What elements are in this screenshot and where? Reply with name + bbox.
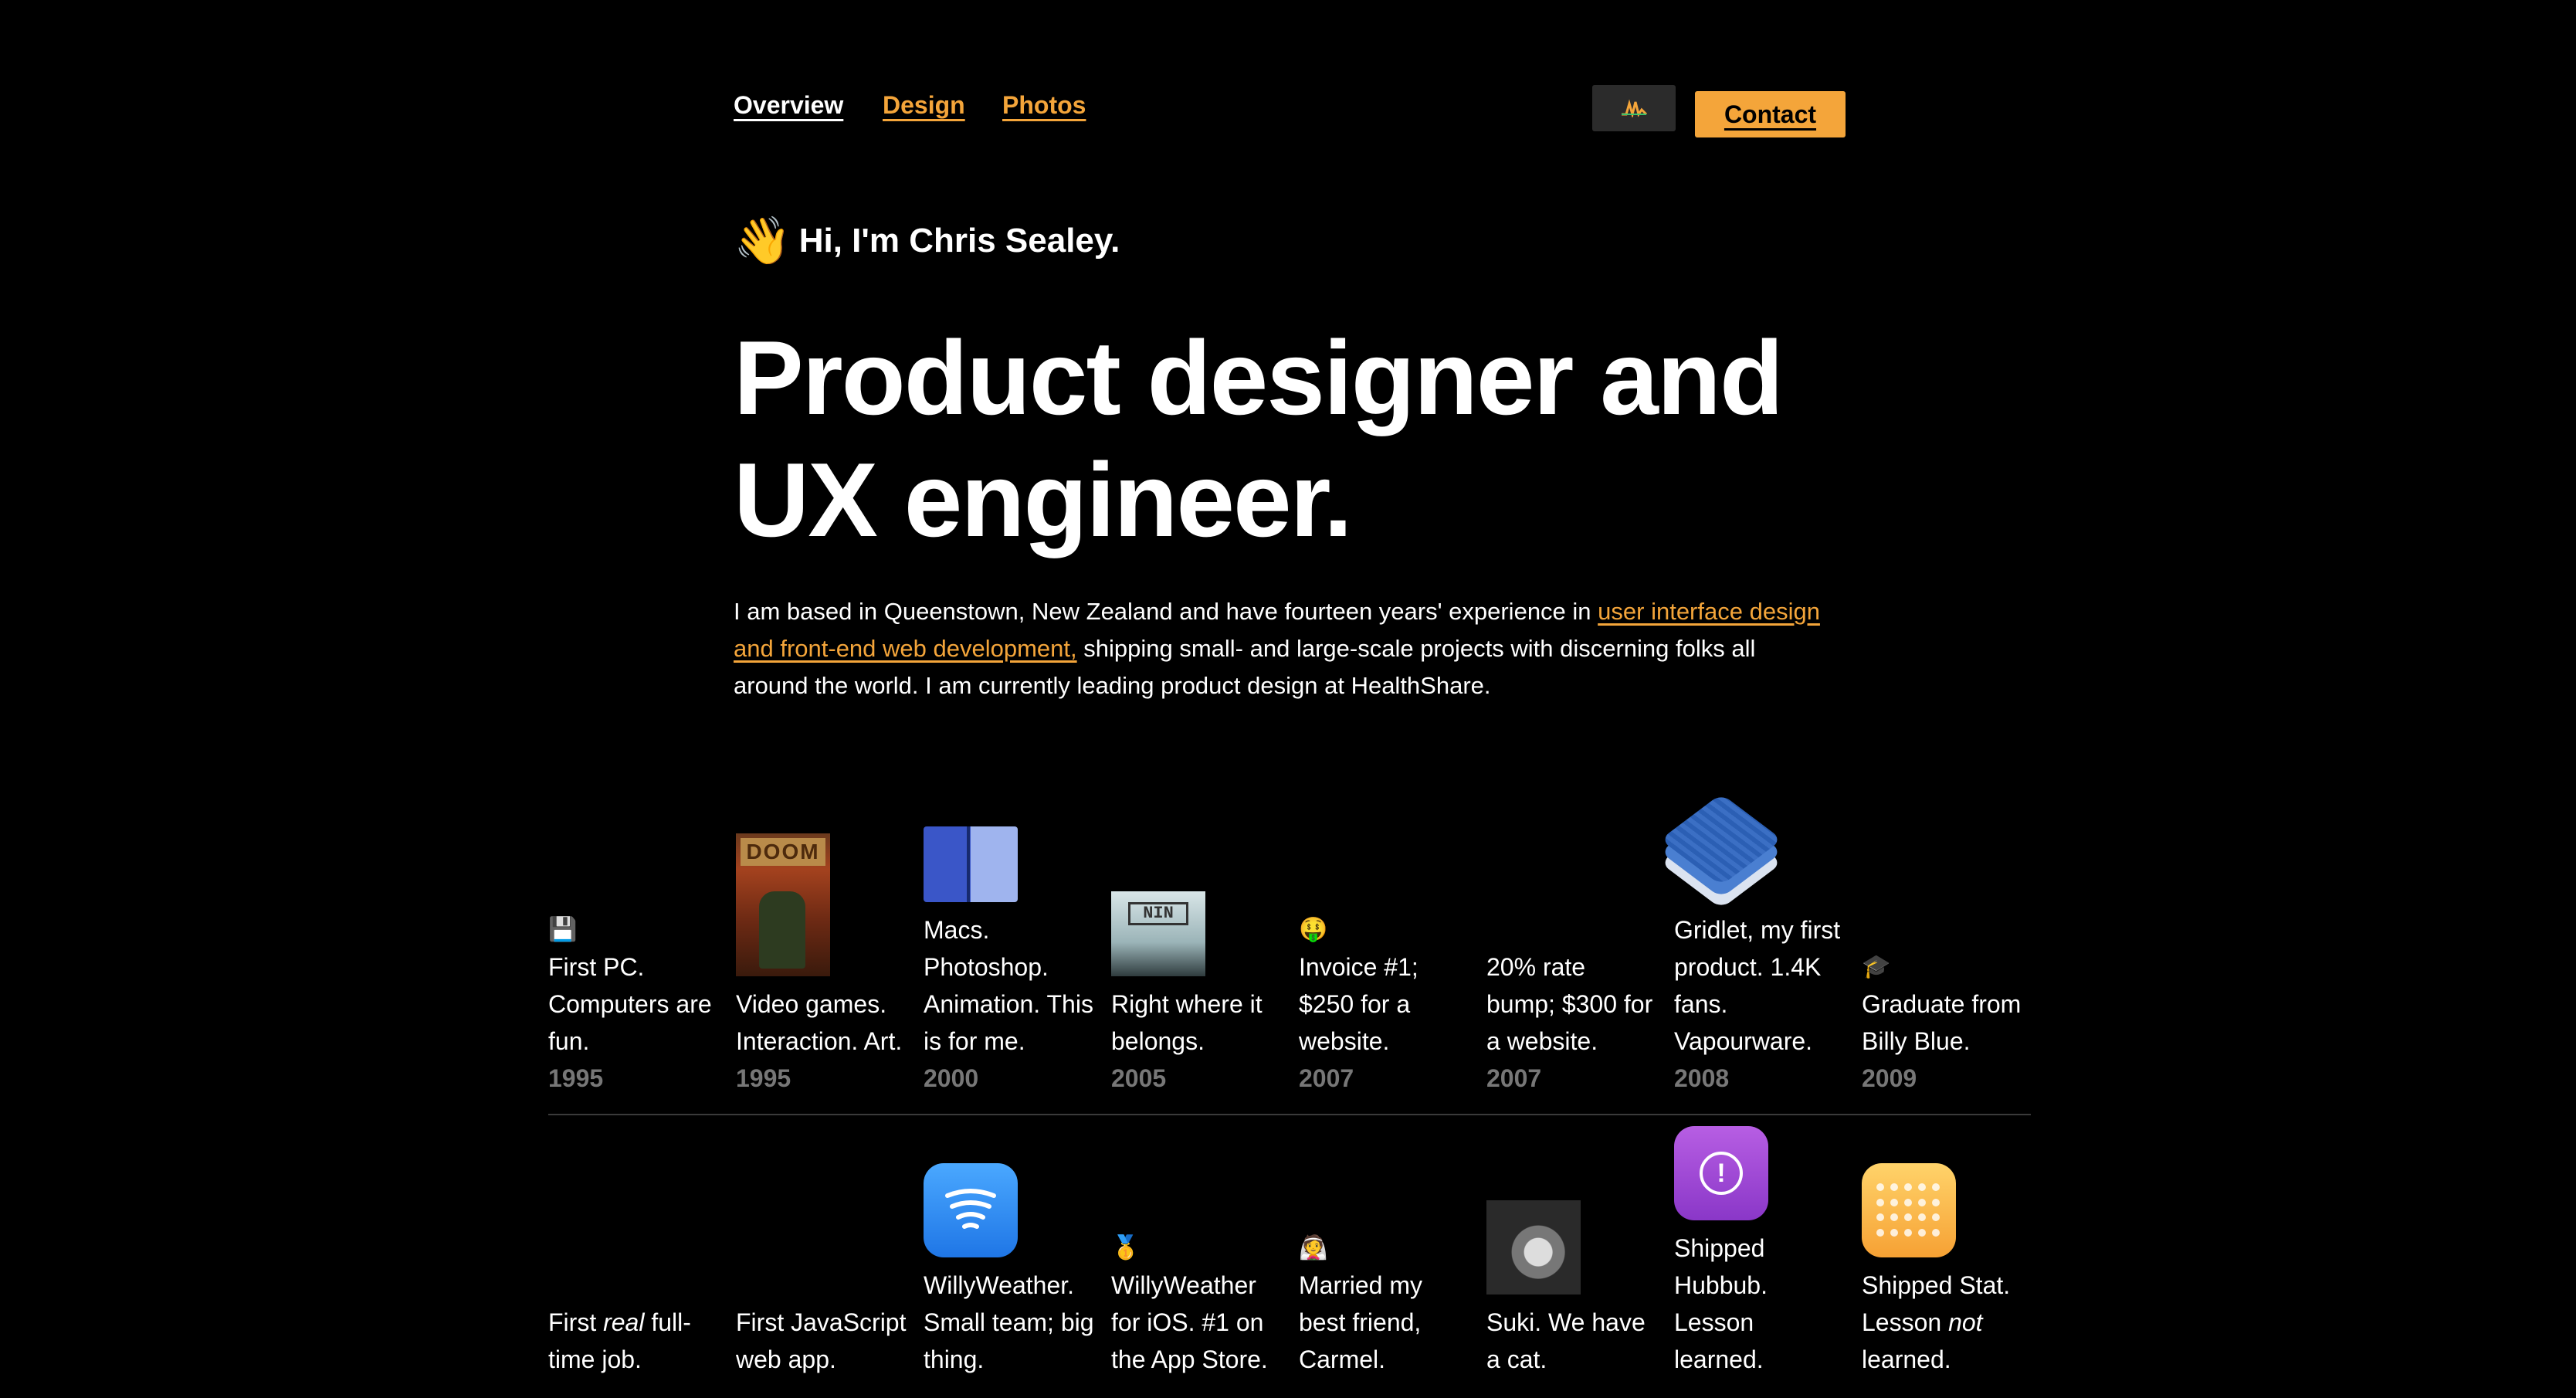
timeline-item: Macs. Photoshop. Animation. This is for … — [924, 826, 1097, 1097]
timeline-row-2: First real full-time job. First JavaScri… — [548, 1126, 2031, 1398]
timeline-text: Suki. We have a cat. — [1486, 1308, 1646, 1373]
cat-photo — [1486, 1200, 1581, 1295]
nav-overview-link[interactable]: Overview — [734, 91, 843, 120]
pulse-icon — [1622, 99, 1648, 117]
contact-button[interactable]: Contact — [1695, 91, 1846, 137]
willyweather-icon — [924, 1163, 1018, 1257]
headline-line1: Product designer and — [734, 319, 1784, 436]
timeline-item: 🎓 Graduate from Billy Blue. 2009 — [1862, 948, 2035, 1097]
timeline-text: Macs. Photoshop. Animation. This is for … — [924, 916, 1093, 1055]
intro-paragraph: I am based in Queenstown, New Zealand an… — [734, 593, 1830, 704]
stat-icon — [1862, 1163, 1956, 1257]
timeline-item: 🥇 WillyWeather for iOS. #1 on the App St… — [1111, 1230, 1285, 1378]
timeline-item: Shipped Stat. Lesson not learned. — [1862, 1163, 2035, 1378]
timeline-row-1: 💾 First PC. Computers are fun. 1995 DOOM… — [548, 793, 2031, 1097]
timeline-text: First real full-time job. — [548, 1308, 691, 1373]
timeline-year: 1995 — [548, 1064, 604, 1092]
money-face-icon: 🤑 — [1299, 917, 1328, 942]
timeline-year: 1995 — [736, 1064, 791, 1092]
timeline-item: First real full-time job. — [548, 1304, 722, 1378]
bride-icon: 👰 — [1299, 1235, 1328, 1261]
timeline-item: ! Shipped Hubbub. Lesson learned. — [1674, 1126, 1848, 1378]
nav-photos-link[interactable]: Photos — [1002, 91, 1086, 120]
timeline-year: 2007 — [1299, 1064, 1354, 1092]
timeline-year: 2007 — [1486, 1064, 1542, 1092]
greeting: 👋 Hi, I'm Chris Sealey. — [734, 218, 1120, 264]
floppy-disk-icon: 💾 — [548, 917, 578, 942]
timeline-year: 2005 — [1111, 1064, 1167, 1092]
gold-medal-icon: 🥇 — [1111, 1235, 1141, 1261]
timeline-item: DOOM Video games. Interaction. Art. 1995 — [736, 833, 910, 1097]
timeline-text: Married my best friend, Carmel. — [1299, 1271, 1423, 1373]
timeline-item: First JavaScript web app. — [736, 1304, 910, 1378]
timeline-text: WillyWeather. Small team; big thing. — [924, 1271, 1094, 1373]
timeline-item: 20% rate bump; $300 for a website. 2007 — [1486, 948, 1660, 1097]
timeline-text: Shipped Hubbub. Lesson learned. — [1674, 1234, 1768, 1373]
timeline-year: 2009 — [1862, 1064, 1917, 1092]
timeline-item: NIN Right where it belongs. 2005 — [1111, 891, 1285, 1097]
timeline-text: Invoice #1; $250 for a website. — [1299, 953, 1418, 1055]
timeline-text: Shipped Stat. Lesson not learned. — [1862, 1271, 2011, 1373]
hubbub-icon: ! — [1674, 1126, 1768, 1220]
timeline-item: 🤑 Invoice #1; $250 for a website. 2007 — [1299, 911, 1473, 1097]
timeline-item: Suki. We have a cat. — [1486, 1200, 1660, 1378]
timeline-text: Right where it belongs. — [1111, 990, 1263, 1055]
nav-design-link[interactable]: Design — [883, 91, 965, 120]
timeline-item: 💾 First PC. Computers are fun. 1995 — [548, 911, 722, 1097]
timeline-year: 2008 — [1674, 1064, 1730, 1092]
nin-cover-image: NIN — [1111, 891, 1205, 976]
graduation-cap-icon: 🎓 — [1862, 954, 1891, 979]
wave-emoji: 👋 — [734, 215, 791, 266]
timeline-year: 2000 — [924, 1064, 979, 1092]
timeline-text: First PC. Computers are fun. — [548, 953, 712, 1055]
timeline-text: WillyWeather for iOS. #1 on the App Stor… — [1111, 1271, 1268, 1373]
timeline-text: First JavaScript web app. — [736, 1308, 907, 1373]
timeline-text: Graduate from Billy Blue. — [1862, 990, 2022, 1055]
timeline-item: WillyWeather. Small team; big thing. — [924, 1163, 1097, 1378]
timeline-item: Gridlet, my first product. 1.4K fans. Va… — [1659, 793, 1848, 1097]
top-nav: Overview Design Photos Contact — [734, 85, 1846, 137]
pulse-button[interactable] — [1592, 85, 1676, 131]
page-headline: Product designer and UX engineer. — [734, 317, 1892, 561]
timeline-text: 20% rate bump; $300 for a website. — [1486, 953, 1653, 1055]
timeline-text: Gridlet, my first product. 1.4K fans. Va… — [1674, 916, 1841, 1055]
timeline-divider — [548, 1114, 2031, 1115]
finder-icon — [924, 826, 1018, 902]
timeline-item: 👰 Married my best friend, Carmel. — [1299, 1230, 1473, 1378]
headline-line2: UX engineer. — [734, 441, 1353, 558]
doom-cover-image: DOOM — [736, 833, 830, 976]
timeline-text: Video games. Interaction. Art. — [736, 990, 903, 1055]
gridlet-icon — [1659, 793, 1783, 909]
greeting-text: Hi, I'm Chris Sealey. — [798, 222, 1120, 260]
intro-before: I am based in Queenstown, New Zealand an… — [734, 598, 1598, 625]
